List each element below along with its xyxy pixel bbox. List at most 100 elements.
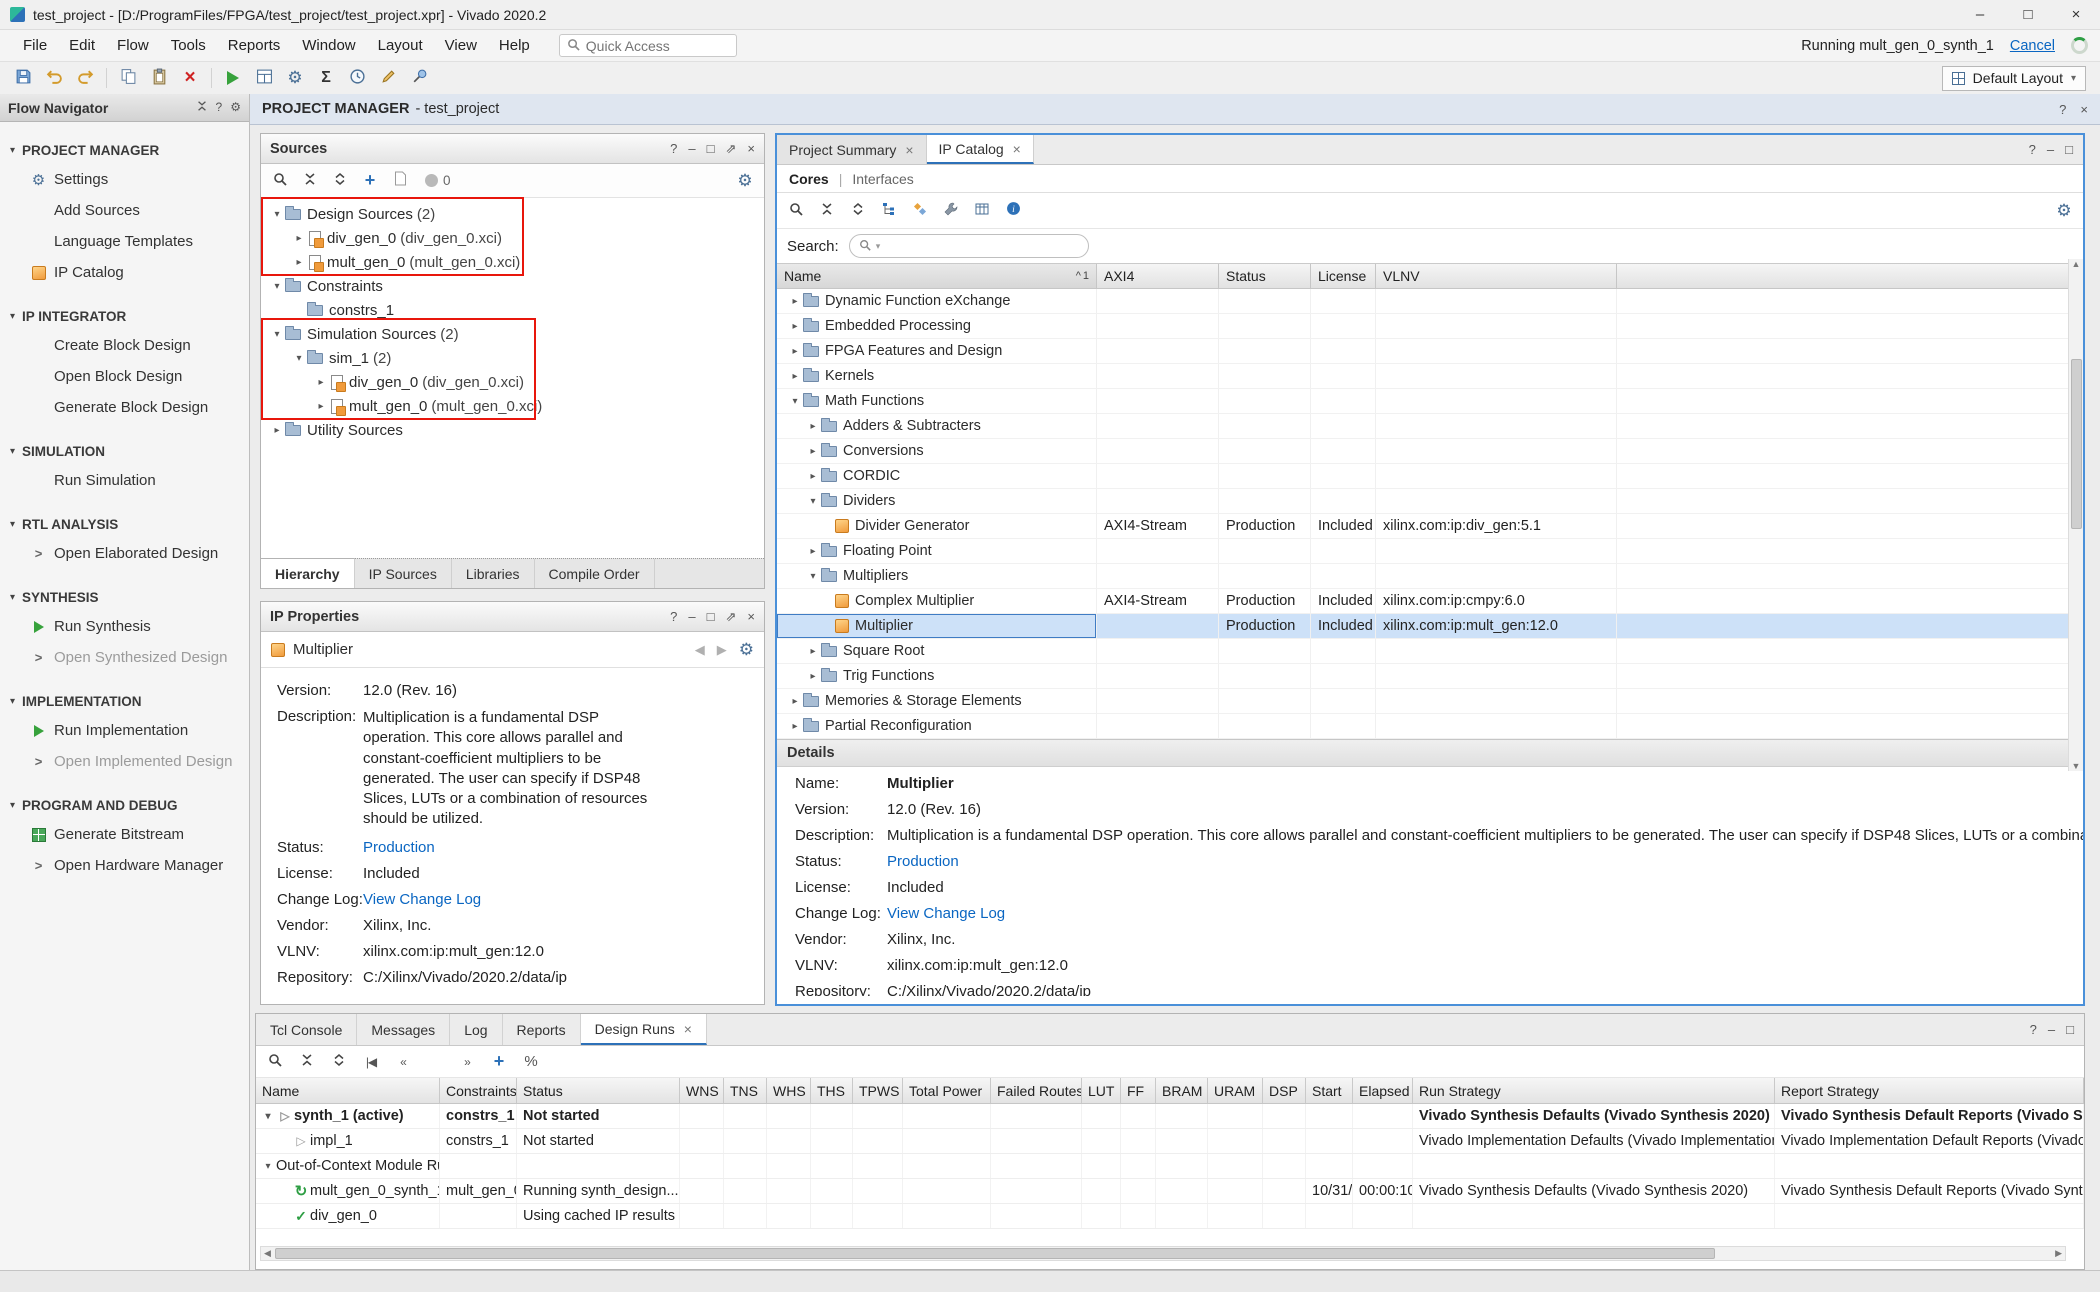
column-bram[interactable]: BRAM [1156,1078,1208,1103]
chevron-right-icon[interactable]: ▸ [805,546,821,557]
create-run-button[interactable]: + [486,1050,512,1074]
ip-catalog-searchbox[interactable]: ▾ [849,234,1089,258]
menu-window[interactable]: Window [291,32,366,59]
chevron-right-icon[interactable]: ▸ [805,671,821,682]
column-ths[interactable]: THS [811,1078,853,1103]
paste-button[interactable] [144,65,174,92]
chevron-right-icon[interactable]: ▸ [805,421,821,432]
scroll-left-icon[interactable]: ◀ [264,1248,271,1259]
forward-arrow-icon[interactable]: ▶ [717,642,727,658]
subtab-interfaces[interactable]: Interfaces [852,171,913,187]
scroll-up-icon[interactable]: ▲ [2072,259,2081,269]
chevron-right-icon[interactable]: ▸ [269,425,285,436]
chevron-right-icon[interactable]: ▸ [805,471,821,482]
run-group-out-of-context[interactable]: ▾Out-of-Context Module Runs [256,1154,2084,1179]
add-sources-button[interactable]: + [357,169,383,193]
catalog-row[interactable]: ▸Conversions [777,439,2083,464]
step-forward-button[interactable]: » [454,1050,480,1074]
layout-selector-dropdown[interactable]: Default Layout ▾ [1942,66,2086,91]
section-header-ip-integrator[interactable]: ▾ IP INTEGRATOR [0,302,249,330]
tab-compile-order[interactable]: Compile Order [535,559,655,588]
column-total-power[interactable]: Total Power [903,1078,991,1103]
info-button[interactable]: i [1000,199,1026,223]
flownav-item-run-simulation[interactable]: Run Simulation [0,465,249,496]
tab-tcl-console[interactable]: Tcl Console [256,1014,357,1045]
report-sum-button[interactable]: Σ [311,65,341,92]
help-icon[interactable]: ? [2059,102,2066,117]
scrollbar-thumb[interactable] [2071,359,2082,529]
column-uram[interactable]: URAM [1208,1078,1263,1103]
flownav-item-settings[interactable]: ⚙Settings [0,164,249,195]
catalog-row[interactable]: ▸Trig Functions [777,664,2083,689]
column-name[interactable]: Name^1 [777,264,1097,288]
chevron-right-icon[interactable]: ▸ [805,446,821,457]
chevron-right-icon[interactable]: ▸ [787,371,803,382]
run-button[interactable] [218,65,248,92]
chevron-right-icon[interactable]: ▸ [787,346,803,357]
gear-icon[interactable]: ⚙ [739,640,754,660]
catalog-row[interactable]: ▸Adders & Subtracters [777,414,2083,439]
chevron-down-icon[interactable]: ▾ [805,571,821,582]
column-vlnv[interactable]: VLNV [1376,264,1617,288]
chevron-right-icon[interactable]: ▸ [787,296,803,307]
catalog-row[interactable]: ▸Square Root [777,639,2083,664]
tab-messages[interactable]: Messages [357,1014,450,1045]
undo-button[interactable] [39,65,69,92]
horizontal-scrollbar[interactable]: ◀ ▶ [260,1246,2066,1261]
help-icon[interactable]: ? [2029,142,2036,157]
edit-button[interactable] [373,65,403,92]
tree-row-utility-sources[interactable]: ▸Utility Sources [261,418,764,442]
tree-row-constraints[interactable]: ▾Constraints [261,274,764,298]
column-name[interactable]: Name [256,1078,440,1103]
menu-tools[interactable]: Tools [160,32,217,59]
maximize-icon[interactable]: □ [2065,142,2073,157]
tab-libraries[interactable]: Libraries [452,559,535,588]
help-icon[interactable]: ? [2030,1022,2037,1037]
run-row-div-gen-0[interactable]: ✓div_gen_0 Using cached IP results [256,1204,2084,1229]
copy-button[interactable] [113,65,143,92]
save-button[interactable] [8,65,38,92]
help-icon[interactable]: ? [670,141,677,156]
section-header-implementation[interactable]: ▾ IMPLEMENTATION [0,687,249,715]
column-ff[interactable]: FF [1121,1078,1156,1103]
tab-reports[interactable]: Reports [503,1014,581,1045]
column-tns[interactable]: TNS [724,1078,767,1103]
column-failed-routes[interactable]: Failed Routes [991,1078,1082,1103]
column-status[interactable]: Status [1219,264,1311,288]
menu-file[interactable]: File [12,32,58,59]
flownav-item-generate-block-design[interactable]: Generate Block Design [0,392,249,423]
catalog-row[interactable]: ▾Multipliers [777,564,2083,589]
delete-button[interactable]: × [175,65,205,92]
minimize-icon[interactable]: – [688,141,695,156]
flownav-item-open-hardware-manager[interactable]: >Open Hardware Manager [0,850,249,881]
chevron-right-icon[interactable]: ▸ [805,646,821,657]
catalog-row[interactable]: ▸Embedded Processing [777,314,2083,339]
section-header-simulation[interactable]: ▾ SIMULATION [0,437,249,465]
catalog-row[interactable]: ▾Math Functions [777,389,2083,414]
gear-icon[interactable]: ⚙ [230,100,241,115]
ip-status-button[interactable] [969,199,995,223]
quick-access-search[interactable] [559,34,737,57]
cancel-run-link[interactable]: Cancel [2010,38,2055,54]
close-icon[interactable]: × [747,141,755,156]
chevron-right-icon[interactable]: ▸ [787,321,803,332]
catalog-row-multiplier-selected[interactable]: MultiplierProductionIncludedxilinx.com:i… [777,614,2083,639]
timing-button[interactable] [342,65,372,92]
catalog-row[interactable]: ▸Memories & Storage Elements [777,689,2083,714]
dashboard-button[interactable] [249,65,279,92]
section-header-program-and-debug[interactable]: ▾ PROGRAM AND DEBUG [0,791,249,819]
menu-edit[interactable]: Edit [58,32,106,59]
chevron-right-icon[interactable]: ▸ [787,696,803,707]
column-start[interactable]: Start [1306,1078,1353,1103]
float-icon[interactable]: ⇗ [726,609,737,625]
catalog-row-complex-multiplier[interactable]: Complex MultiplierAXI4-StreamProductionI… [777,589,2083,614]
maximize-icon[interactable]: □ [2066,1022,2074,1037]
restore-hierarchy-button[interactable] [876,199,902,223]
menu-help[interactable]: Help [488,32,541,59]
settings-button[interactable]: ⚙ [280,65,310,92]
catalog-row[interactable]: ▸Kernels [777,364,2083,389]
redo-button[interactable] [70,65,100,92]
column-lut[interactable]: LUT [1082,1078,1121,1103]
menu-view[interactable]: View [434,32,488,59]
chevron-down-icon[interactable]: ▾ [269,281,285,292]
